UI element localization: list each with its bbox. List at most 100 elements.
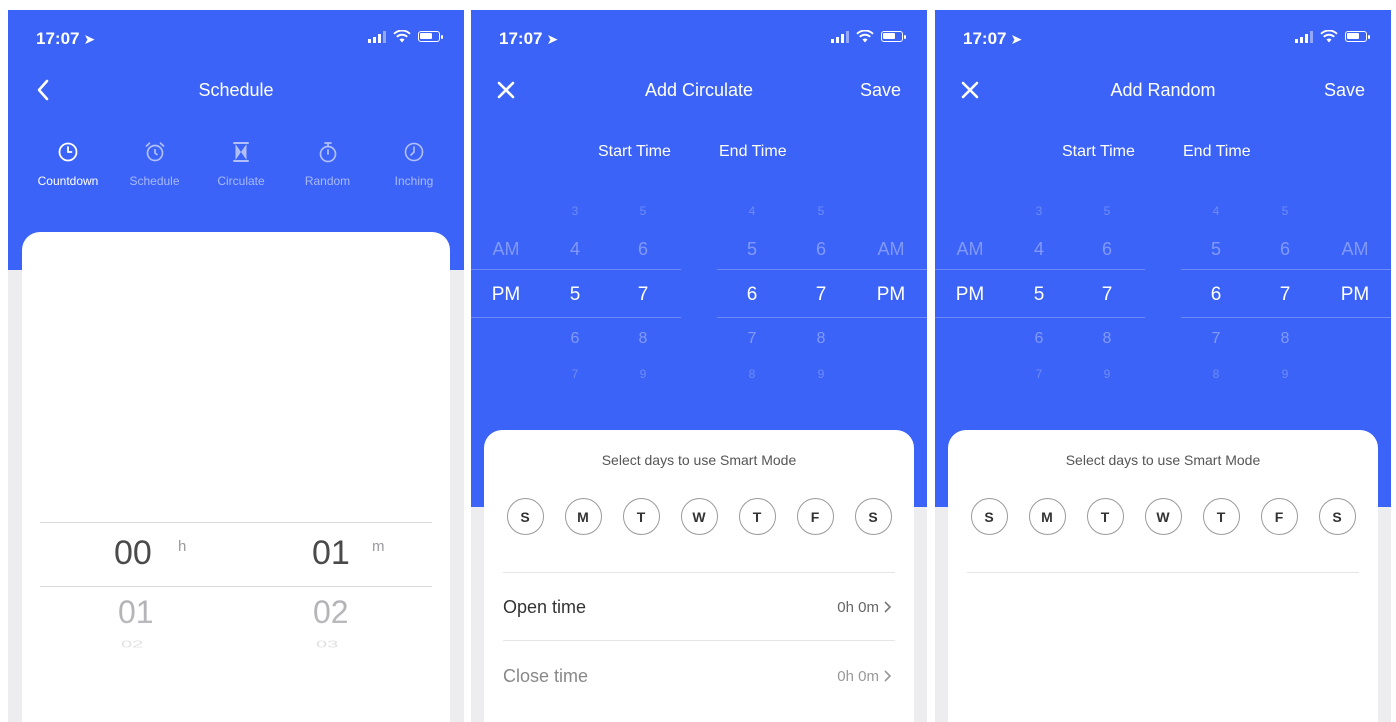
wheel-item: 4 bbox=[1212, 204, 1220, 218]
minutes-selected: 01 bbox=[312, 534, 350, 572]
day-thursday[interactable]: T bbox=[1202, 498, 1240, 535]
wheel-item: AM bbox=[877, 239, 905, 259]
wheel-item: AM bbox=[1341, 239, 1369, 259]
status-bar-time: 17:07 ➤ bbox=[963, 29, 1023, 48]
location-arrow-icon: ➤ bbox=[1010, 31, 1023, 47]
wheel-item-selected: PM bbox=[491, 284, 521, 305]
timer-icon bbox=[404, 142, 424, 162]
wheel-item: 8 bbox=[638, 330, 648, 347]
wheel-item: 8 bbox=[1102, 330, 1112, 347]
tab-circulate[interactable]: Circulate bbox=[205, 138, 277, 188]
wheel-item: 7 bbox=[747, 330, 757, 347]
tab-inching[interactable]: Inching bbox=[378, 138, 450, 188]
save-button[interactable]: Save bbox=[860, 80, 901, 101]
open-time-label: Open time bbox=[503, 596, 587, 617]
wheel-item: 9 bbox=[817, 367, 825, 381]
wheel-item: 8 bbox=[748, 367, 756, 381]
alarm-clock-icon bbox=[145, 142, 164, 162]
wheel-item: 7 bbox=[1211, 330, 1221, 347]
wheel-item: 9 bbox=[1103, 367, 1111, 381]
close-time-value: 0h 0m bbox=[837, 668, 892, 685]
wheel-item-selected: 5 bbox=[1033, 284, 1045, 305]
tab-label: Countdown bbox=[37, 174, 99, 188]
day-tuesday[interactable]: T bbox=[1086, 498, 1124, 535]
day-saturday[interactable]: S bbox=[854, 498, 892, 535]
divider bbox=[967, 572, 1359, 573]
hours-selected: 00 bbox=[114, 534, 152, 572]
status-bar-time: 17:07 ➤ bbox=[499, 29, 559, 48]
wheel-item: 8 bbox=[1280, 330, 1290, 347]
wheel-item: 8 bbox=[816, 330, 826, 347]
tab-schedule[interactable]: Schedule bbox=[119, 138, 191, 188]
hours-next-2: 02 bbox=[121, 639, 144, 650]
day-friday[interactable]: F bbox=[1260, 498, 1298, 535]
wheel-item: 4 bbox=[1033, 239, 1044, 259]
picker-band-line bbox=[717, 269, 927, 270]
tab-label: Schedule bbox=[129, 174, 180, 188]
tab-random[interactable]: Random bbox=[292, 138, 364, 188]
day-monday[interactable]: M bbox=[1028, 498, 1066, 535]
header: 17:07 ➤ Schedule Countdown Schedule Circ… bbox=[8, 10, 464, 270]
wheel-item-selected: 7 bbox=[637, 284, 649, 305]
add-random-screen: 17:07 ➤ Add Random Save Start Time End Ti… bbox=[935, 10, 1391, 722]
wheel-item-selected: PM bbox=[876, 284, 906, 305]
day-wednesday[interactable]: W bbox=[1144, 498, 1182, 535]
wheel-item: 4 bbox=[748, 204, 756, 218]
location-arrow-icon: ➤ bbox=[83, 31, 96, 47]
page-title: Add Circulate bbox=[644, 80, 754, 100]
page-title: Add Random bbox=[1110, 80, 1216, 100]
day-friday[interactable]: F bbox=[796, 498, 834, 535]
location-arrow-icon: ➤ bbox=[546, 31, 559, 47]
smart-mode-card: Select days to use Smart Mode S M T W T … bbox=[484, 430, 914, 722]
minutes-next-2: 03 bbox=[316, 639, 339, 650]
end-time-label: End Time bbox=[719, 143, 787, 160]
divider bbox=[503, 640, 895, 641]
clock-icon bbox=[58, 142, 78, 162]
wheel-item-selected: 6 bbox=[746, 284, 758, 305]
status-bar-icons bbox=[831, 30, 906, 43]
day-monday[interactable]: M bbox=[564, 498, 602, 535]
day-selector: S M T W T F S bbox=[484, 498, 914, 535]
end-time-label: End Time bbox=[1183, 143, 1251, 160]
day-sunday[interactable]: S bbox=[506, 498, 544, 535]
start-time-label: Start Time bbox=[598, 143, 671, 160]
tab-label: Inching bbox=[394, 174, 434, 188]
wheel-item-selected: PM bbox=[955, 284, 985, 305]
day-thursday[interactable]: T bbox=[738, 498, 776, 535]
add-circulate-screen: 17:07 ➤ Add Circulate Save Start Time End… bbox=[471, 10, 927, 722]
wheel-item: 6 bbox=[1279, 239, 1290, 259]
day-tuesday[interactable]: T bbox=[622, 498, 660, 535]
mode-tabs: Countdown Schedule Circulate Random Inch… bbox=[8, 138, 464, 188]
cellular-signal-icon bbox=[1295, 30, 1313, 43]
wheel-item: 6 bbox=[1034, 330, 1044, 347]
picker-fade bbox=[22, 612, 450, 722]
wheel-item: AM bbox=[956, 239, 984, 259]
picker-band-line bbox=[1181, 317, 1391, 318]
tab-countdown[interactable]: Countdown bbox=[32, 138, 104, 188]
open-time-row[interactable]: Open time 0h 0m bbox=[503, 592, 892, 622]
wheel-item: 7 bbox=[571, 367, 579, 381]
schedule-screen: 17:07 ➤ Schedule Countdown Schedule Circ… bbox=[8, 10, 464, 722]
hourglass-icon bbox=[233, 142, 249, 162]
close-time-row[interactable]: Close time 0h 0m bbox=[503, 661, 892, 691]
day-wednesday[interactable]: W bbox=[680, 498, 718, 535]
wheel-item: 5 bbox=[746, 239, 757, 259]
wheel-item: 6 bbox=[1101, 239, 1112, 259]
smart-mode-label: Select days to use Smart Mode bbox=[601, 452, 797, 468]
wheel-item: 7 bbox=[1035, 367, 1043, 381]
wifi-icon bbox=[1320, 30, 1338, 43]
wheel-item: 4 bbox=[569, 239, 580, 259]
day-selector: S M T W T F S bbox=[948, 498, 1378, 535]
wheel-item: 5 bbox=[1281, 204, 1289, 218]
close-time-label: Close time bbox=[503, 665, 589, 686]
battery-icon bbox=[418, 31, 443, 42]
divider bbox=[503, 572, 895, 573]
battery-icon bbox=[1345, 31, 1370, 42]
hours-unit: h bbox=[178, 538, 187, 555]
wheel-item-selected: 7 bbox=[1101, 284, 1113, 305]
tab-label: Circulate bbox=[217, 174, 265, 188]
save-button[interactable]: Save bbox=[1324, 80, 1365, 101]
day-saturday[interactable]: S bbox=[1318, 498, 1356, 535]
day-sunday[interactable]: S bbox=[970, 498, 1008, 535]
wheel-item: 6 bbox=[570, 330, 580, 347]
